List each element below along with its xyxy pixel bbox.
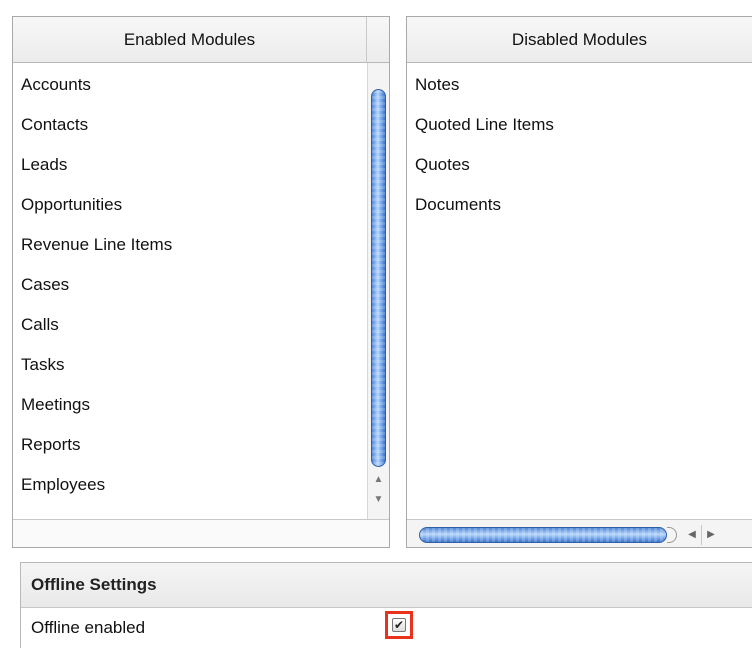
- vertical-scrollbar-thumb[interactable]: [371, 89, 386, 467]
- offline-enabled-label: Offline enabled: [31, 618, 146, 637]
- enabled-module-item[interactable]: Calls: [13, 305, 172, 345]
- disabled-module-item[interactable]: Quotes: [407, 145, 554, 185]
- disabled-module-item[interactable]: Notes: [407, 65, 554, 105]
- enabled-modules-panel: Enabled Modules Accounts Contacts Leads …: [12, 16, 390, 548]
- enabled-modules-list: Accounts Contacts Leads Opportunities Re…: [13, 65, 172, 505]
- disabled-modules-list: Notes Quoted Line Items Quotes Documents: [407, 65, 554, 225]
- enabled-module-item[interactable]: Tasks: [13, 345, 172, 385]
- enabled-module-item[interactable]: Meetings: [13, 385, 172, 425]
- header-corner: [367, 17, 389, 63]
- disabled-modules-panel: Disabled Modules Notes Quoted Line Items…: [406, 16, 752, 548]
- enabled-module-item[interactable]: Contacts: [13, 105, 172, 145]
- enabled-module-item[interactable]: Leads: [13, 145, 172, 185]
- offline-enabled-row: Offline enabled ✔: [21, 608, 752, 648]
- enabled-panel-footer: [13, 519, 389, 547]
- cropped-heading-text: [0, 0, 752, 7]
- enabled-module-item[interactable]: Employees: [13, 465, 172, 505]
- horizontal-scrollbar-thumb[interactable]: [419, 527, 667, 543]
- disabled-module-item[interactable]: Documents: [407, 185, 554, 225]
- disabled-module-item[interactable]: Quoted Line Items: [407, 105, 554, 145]
- enabled-module-item[interactable]: Reports: [13, 425, 172, 465]
- scroll-up-arrow-icon[interactable]: ▲: [368, 469, 389, 491]
- enabled-module-item[interactable]: Revenue Line Items: [13, 225, 172, 265]
- scroll-right-arrow-icon[interactable]: ▶: [701, 525, 720, 545]
- scroll-down-arrow-icon[interactable]: ▼: [368, 489, 389, 511]
- enabled-module-item[interactable]: Accounts: [13, 65, 172, 105]
- offline-settings-section: Offline Settings Offline enabled ✔: [20, 562, 752, 648]
- enabled-module-item[interactable]: Opportunities: [13, 185, 172, 225]
- scroll-left-arrow-icon[interactable]: ◀: [683, 525, 701, 545]
- checkmark-icon: ✔: [393, 618, 405, 632]
- enabled-module-item[interactable]: Cases: [13, 265, 172, 305]
- vertical-scrollbar[interactable]: ▲ ▼: [367, 63, 389, 519]
- checkbox-highlight-box: ✔: [385, 611, 413, 639]
- horizontal-scrollbar-track-end: [667, 527, 677, 543]
- disabled-modules-header: Disabled Modules: [407, 17, 752, 63]
- enabled-modules-header: Enabled Modules: [13, 17, 367, 63]
- offline-settings-title: Offline Settings: [21, 563, 752, 608]
- horizontal-scrollbar[interactable]: ◀ ▶: [407, 519, 752, 547]
- offline-enabled-checkbox[interactable]: ✔: [392, 618, 406, 632]
